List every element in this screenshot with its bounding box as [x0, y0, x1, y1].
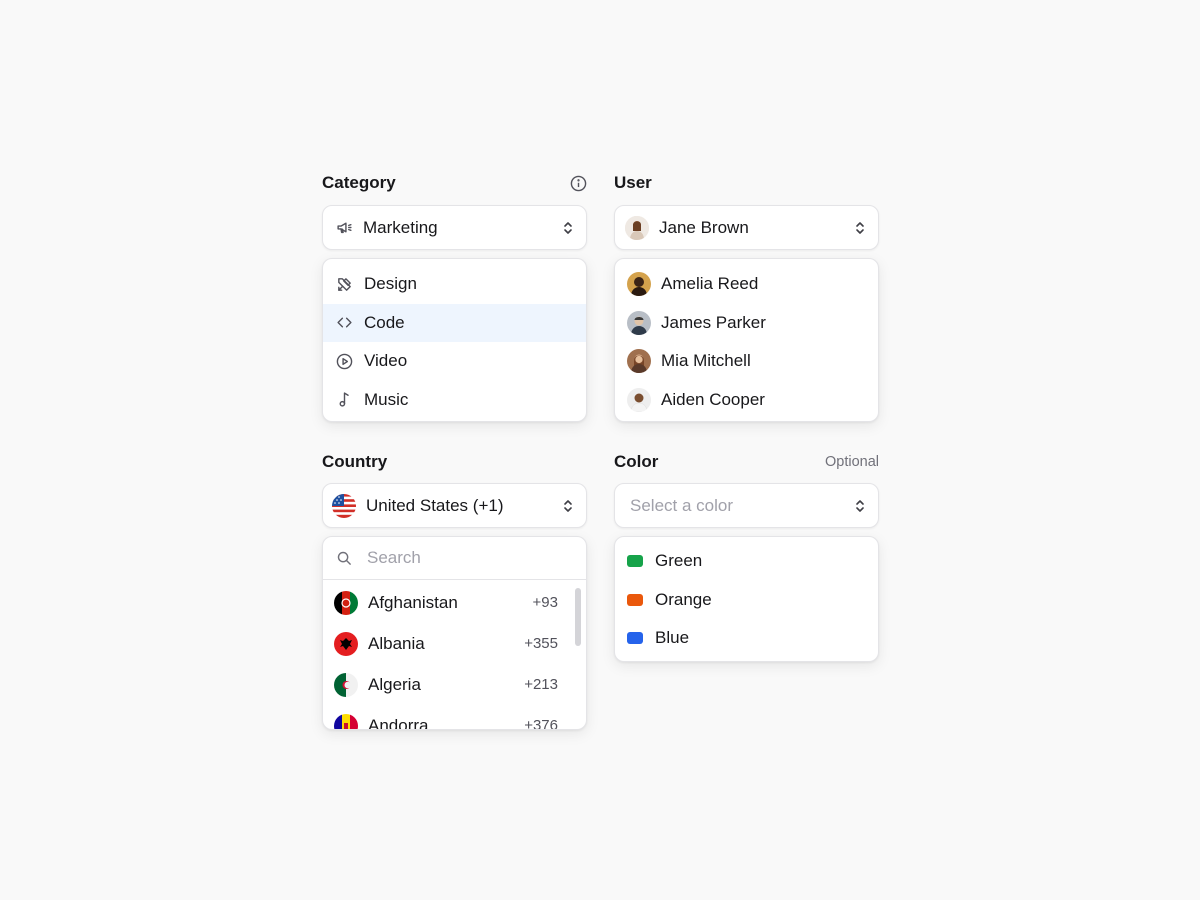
- category-option-label: Design: [364, 274, 417, 294]
- andorra-flag-icon: [334, 713, 358, 729]
- category-option-video[interactable]: Video: [323, 342, 586, 381]
- user-option-label: Amelia Reed: [661, 274, 759, 294]
- color-option-green[interactable]: Green: [615, 542, 878, 581]
- color-listbox: Green Orange Blue: [614, 536, 879, 662]
- chevron-up-down-icon: [852, 218, 868, 238]
- country-selected-value: United States (+1): [366, 495, 504, 515]
- country-label-row: Country: [322, 451, 587, 473]
- optional-hint: Optional: [824, 454, 879, 470]
- user-label: User: [614, 173, 652, 192]
- category-option-code[interactable]: Code: [323, 303, 586, 342]
- chevron-up-down-icon: [560, 218, 576, 238]
- category-option-label: Music: [364, 389, 409, 409]
- country-name: Algeria: [368, 674, 421, 694]
- country-dial-code: +376: [524, 717, 558, 730]
- algeria-flag-icon: [334, 672, 358, 697]
- category-listbox: Design Code Video Music: [322, 258, 587, 422]
- avatar: [627, 310, 651, 335]
- country-field: Country United States (+1) Search Afghan…: [322, 451, 587, 731]
- country-option[interactable]: Afghanistan +93: [323, 582, 586, 623]
- color-swatch: [627, 555, 643, 568]
- user-option[interactable]: Aiden Cooper: [615, 381, 878, 420]
- color-select-trigger[interactable]: Select a color: [614, 483, 879, 528]
- chevron-up-down-icon: [852, 496, 868, 516]
- color-option-label: Green: [655, 551, 703, 571]
- category-option-music[interactable]: Music: [323, 381, 586, 420]
- code-icon: [335, 314, 353, 332]
- category-option-design[interactable]: Design: [323, 265, 586, 304]
- country-search-input[interactable]: [367, 548, 567, 568]
- country-search-row: [323, 537, 586, 580]
- avatar: [627, 387, 651, 412]
- country-option[interactable]: Algeria +213: [323, 664, 586, 705]
- user-listbox: Amelia Reed James Parker Mia Mitchell Ai…: [614, 258, 879, 422]
- user-option-label: James Parker: [661, 312, 766, 332]
- color-placeholder: Select a color: [630, 495, 733, 515]
- user-selected-value: Jane Brown: [659, 217, 749, 237]
- megaphone-icon: [335, 219, 353, 237]
- color-label: Color: [614, 452, 659, 471]
- user-option[interactable]: Amelia Reed: [615, 265, 878, 304]
- category-selected-value: Marketing: [363, 217, 438, 237]
- color-option-orange[interactable]: Orange: [615, 581, 878, 620]
- category-option-label: Code: [364, 312, 405, 332]
- color-swatch: [627, 593, 643, 606]
- country-name: Albania: [368, 633, 425, 653]
- user-option[interactable]: Mia Mitchell: [615, 342, 878, 381]
- user-field: User Jane Brown Amelia Reed James Parker: [614, 172, 879, 422]
- category-label: Category: [322, 173, 396, 192]
- country-name: Afghanistan: [368, 592, 458, 612]
- us-flag-icon: [332, 493, 356, 518]
- color-field: Color Optional Select a color Green Oran…: [614, 451, 879, 663]
- avatar: [627, 349, 651, 374]
- avatar: [627, 272, 651, 297]
- info-icon[interactable]: [569, 174, 587, 192]
- category-field: Category Marketing Design Code Video Mus…: [322, 172, 587, 422]
- category-select-trigger[interactable]: Marketing: [322, 205, 587, 250]
- music-note-icon: [335, 391, 353, 409]
- country-options-scroll[interactable]: Afghanistan +93 Albania +355 Algeria +21…: [323, 580, 586, 730]
- user-select-trigger[interactable]: Jane Brown: [614, 205, 879, 250]
- color-option-blue[interactable]: Blue: [615, 619, 878, 658]
- country-dial-code: +93: [532, 594, 558, 611]
- chevron-up-down-icon: [560, 496, 576, 516]
- country-dial-code: +213: [524, 676, 558, 693]
- design-tools-icon: [335, 275, 353, 293]
- user-option-label: Aiden Cooper: [661, 389, 765, 409]
- color-option-label: Orange: [655, 589, 712, 609]
- category-label-row: Category: [322, 172, 587, 194]
- afghanistan-flag-icon: [334, 590, 358, 615]
- albania-flag-icon: [334, 631, 358, 656]
- country-label: Country: [322, 452, 388, 471]
- search-icon: [335, 549, 353, 567]
- user-label-row: User: [614, 172, 879, 194]
- play-circle-icon: [335, 352, 353, 370]
- scrollbar-thumb[interactable]: [575, 588, 581, 646]
- country-dial-code: +355: [524, 635, 558, 652]
- color-swatch: [627, 632, 643, 645]
- country-select-trigger[interactable]: United States (+1): [322, 483, 587, 528]
- country-listbox: Afghanistan +93 Albania +355 Algeria +21…: [322, 536, 587, 730]
- avatar: [625, 215, 649, 240]
- color-option-label: Blue: [655, 628, 690, 648]
- country-option[interactable]: Andorra +376: [323, 705, 586, 730]
- user-option[interactable]: James Parker: [615, 304, 878, 343]
- user-option-label: Mia Mitchell: [661, 351, 751, 371]
- country-name: Andorra: [368, 715, 429, 730]
- color-label-row: Color Optional: [614, 451, 879, 473]
- category-option-label: Video: [364, 351, 408, 371]
- country-option[interactable]: Albania +355: [323, 623, 586, 664]
